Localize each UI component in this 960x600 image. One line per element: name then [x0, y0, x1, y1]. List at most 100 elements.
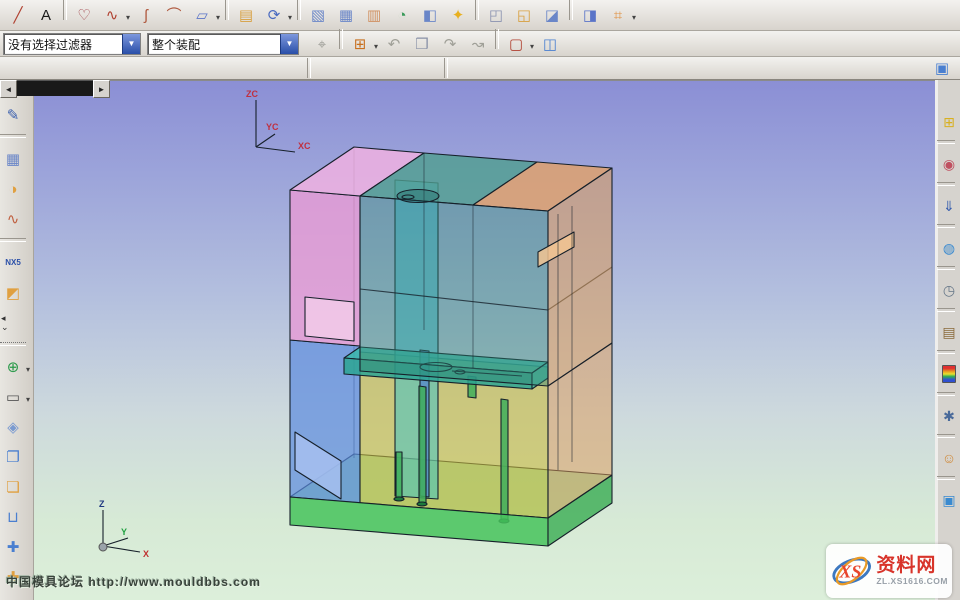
- history-icon[interactable]: ◷: [937, 278, 960, 302]
- viewport-h-scrollbar[interactable]: ◄ ►: [0, 80, 110, 96]
- bounded-plane-icon[interactable]: ◧: [417, 3, 443, 29]
- selection-scope-combo[interactable]: 整个装配 ▼: [147, 33, 299, 55]
- main-toolbar: ╱A♡∿▾ʃ⌒▱▾▤⟳▾▧▦▥◔◧✦◰◱◪◨⌗▾: [0, 0, 960, 31]
- cross-join-icon[interactable]: ✚: [0, 534, 26, 560]
- dropdown-caret-icon[interactable]: ▾: [24, 387, 32, 411]
- toolbar-separator: [937, 434, 955, 438]
- toolbar-separator: [307, 58, 311, 78]
- internet-explorer-icon[interactable]: ◍: [937, 236, 960, 260]
- toolbar-separator: [475, 0, 479, 20]
- work-part-icon[interactable]: ◫: [537, 31, 563, 57]
- toolbar-separator: [339, 29, 343, 49]
- point-constructor-icon[interactable]: ⊞: [347, 31, 373, 57]
- xs-logo-icon: XS: [830, 548, 873, 594]
- dropdown-caret-icon[interactable]: ▾: [214, 6, 222, 30]
- selection-filter-combo[interactable]: 没有选择过滤器 ▼: [3, 33, 141, 55]
- assembly-navigator-icon[interactable]: ⊞: [937, 110, 960, 134]
- reorder-icon[interactable]: ↝: [465, 31, 491, 57]
- sheet-surface-icon[interactable]: ∿: [0, 206, 26, 232]
- toolbar-separator: [937, 308, 955, 312]
- svg-text:XS: XS: [838, 562, 861, 582]
- rectangle-tool-icon[interactable]: ▭: [0, 384, 26, 410]
- undo-icon[interactable]: ↶: [381, 31, 407, 57]
- erase-icon[interactable]: ❒: [409, 31, 435, 57]
- corner-block-icon[interactable]: ◩: [0, 280, 26, 306]
- patch-icon[interactable]: ◪: [539, 3, 565, 29]
- rectangle-select-icon[interactable]: ▢: [503, 31, 529, 57]
- scroll-left-button[interactable]: ◄: [0, 80, 17, 98]
- sketch-icon[interactable]: ✎: [0, 102, 26, 128]
- pocket-tool-icon[interactable]: ⊔: [0, 504, 26, 530]
- sew-icon[interactable]: ◰: [483, 3, 509, 29]
- toolbar-separator: [937, 182, 955, 186]
- revolve-icon[interactable]: ⟳: [261, 3, 287, 29]
- toolbar-separator: [444, 58, 448, 78]
- toolbar-separator: [63, 0, 67, 20]
- wireframe-display-icon[interactable]: ▦: [0, 146, 26, 172]
- dropdown-caret-icon[interactable]: ▾: [24, 357, 32, 381]
- overflow-arrows-icon[interactable]: ◂ ⌄: [0, 310, 16, 336]
- bridge-curve-icon[interactable]: ʃ: [133, 3, 159, 29]
- profile-icon[interactable]: ♡: [71, 3, 97, 29]
- tools-icon[interactable]: ✱: [937, 404, 960, 428]
- color-palette-icon: [942, 365, 956, 383]
- dropdown-caret-icon[interactable]: ▾: [372, 34, 380, 58]
- toolbar-separator: [225, 0, 229, 20]
- pad-tool-icon[interactable]: ❏: [0, 474, 26, 500]
- window-display-icon[interactable]: ▣: [929, 55, 955, 81]
- dropdown-caret-icon[interactable]: ▾: [528, 34, 536, 58]
- nx5-part-icon[interactable]: NX5: [0, 250, 26, 276]
- spline-icon[interactable]: ∿: [99, 3, 125, 29]
- roles-icon[interactable]: ☺: [937, 446, 960, 470]
- toolbar-separator: [0, 238, 26, 242]
- toolbar-separator: [0, 342, 26, 346]
- trim-body-icon[interactable]: ◨: [577, 3, 603, 29]
- dropdown-caret-icon[interactable]: ▾: [124, 6, 132, 30]
- left-toolbar: ✎▦◑∿NX5◩◂ ⌄⊕▾▭▾◈❐❏⊔✚✚▣◂: [0, 80, 34, 600]
- xform-icon[interactable]: ▱: [189, 3, 215, 29]
- pages-icon[interactable]: ▣: [0, 594, 26, 600]
- toolbar-separator: [297, 0, 301, 20]
- datum-plane-icon[interactable]: ◈: [0, 414, 26, 440]
- join-curve-icon[interactable]: ⌒: [161, 3, 187, 29]
- selection-filter-value: 没有选择过滤器: [4, 34, 122, 54]
- scroll-right-button[interactable]: ►: [93, 80, 110, 98]
- pattern-feature-icon[interactable]: ▤: [233, 3, 259, 29]
- toolbar-separator: [495, 29, 499, 49]
- offset-surface-icon[interactable]: ◔: [389, 3, 415, 29]
- system-materials-icon[interactable]: ▤: [937, 320, 960, 344]
- combo-dropdown-icon[interactable]: ▼: [280, 34, 298, 54]
- thicken-icon[interactable]: ◱: [511, 3, 537, 29]
- constraint-navigator-icon[interactable]: ◉: [937, 152, 960, 176]
- text-icon[interactable]: A: [33, 3, 59, 29]
- dropdown-caret-icon[interactable]: ▾: [286, 6, 294, 30]
- resource-bar: ⊞ ◉ ⇓ ◍ ◷ ▤ ✱ ☺ ▣: [935, 80, 960, 600]
- shaded-display-icon[interactable]: ◑: [0, 176, 26, 202]
- selection-toolbar: 没有选择过滤器 ▼ 整个装配 ▼ ⌖⊞▾↶❒↷↝▢▾◫: [0, 31, 960, 57]
- watermark-url: ZL.XS1616.COM: [876, 576, 948, 586]
- studio-surface-icon[interactable]: ✦: [445, 3, 471, 29]
- part-navigator-icon[interactable]: ⇓: [937, 194, 960, 218]
- color-palette-icon[interactable]: [937, 362, 960, 386]
- toolbar-separator: [937, 392, 955, 396]
- docking-toolbar-row: ▣: [0, 57, 960, 80]
- swept-surface-icon[interactable]: ▥: [361, 3, 387, 29]
- image-gallery-icon[interactable]: ▣: [937, 488, 960, 512]
- selection-scope-value: 整个装配: [148, 34, 280, 54]
- combo-dropdown-icon[interactable]: ▼: [122, 34, 140, 54]
- dropdown-caret-icon[interactable]: ▾: [630, 6, 638, 30]
- ruled-surface-icon[interactable]: ▧: [305, 3, 331, 29]
- scroll-track[interactable]: [17, 80, 93, 96]
- toolbar-separator: [937, 266, 955, 270]
- watermark-brand: 资料网: [876, 556, 948, 576]
- redo-icon[interactable]: ↷: [437, 31, 463, 57]
- toolbar-separator: [569, 0, 573, 20]
- line-icon[interactable]: ╱: [5, 3, 31, 29]
- mesh-surface-icon[interactable]: ▦: [333, 3, 359, 29]
- graphics-viewport[interactable]: [34, 80, 935, 600]
- emboss-icon[interactable]: ⌗: [605, 3, 631, 29]
- block-tool-icon[interactable]: ❐: [0, 444, 26, 470]
- snap-point-icon[interactable]: ⌖: [309, 31, 335, 57]
- toolbar-separator: [937, 224, 955, 228]
- unite-tool-icon[interactable]: ⊕: [0, 354, 26, 380]
